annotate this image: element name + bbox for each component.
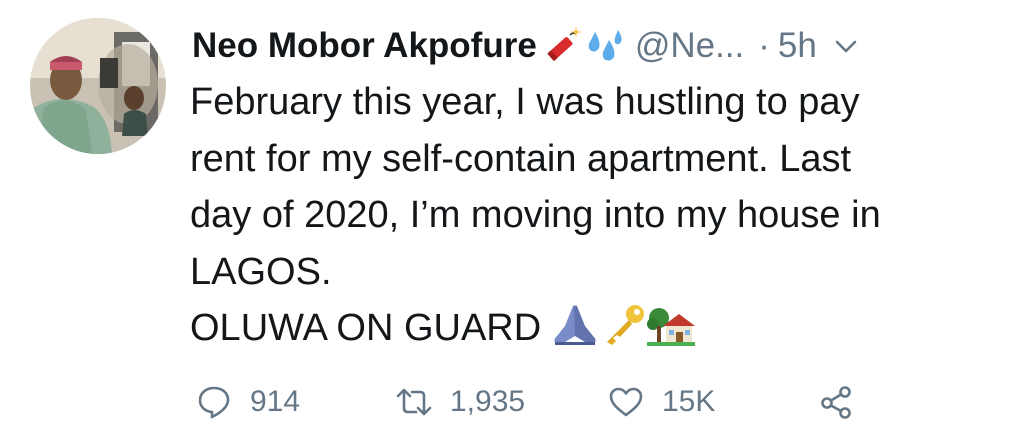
tweet-text-line: rent for my self-contain apartment. Last bbox=[190, 137, 852, 180]
author-handle[interactable]: @Ne... bbox=[635, 26, 744, 66]
reply-button[interactable]: 914 bbox=[196, 380, 300, 424]
retweet-icon bbox=[396, 384, 432, 420]
share-icon bbox=[818, 384, 854, 420]
sweat-droplets-icon bbox=[585, 26, 625, 66]
folded-hands-icon bbox=[551, 302, 599, 346]
tweet-text-line: day of 2020, I’m moving into my house in bbox=[190, 194, 881, 236]
trailing-emojis bbox=[551, 302, 696, 346]
retweet-count: 1,935 bbox=[450, 385, 526, 418]
tweet-text-line: February this year, I was hustling to pa… bbox=[190, 81, 860, 123]
retweet-button[interactable]: 1,935 bbox=[396, 380, 525, 424]
separator-dot: · bbox=[758, 26, 770, 65]
tweet-text-line: OLUWA ON GUARD bbox=[190, 307, 542, 349]
tweet-text-line: LAGOS. bbox=[190, 250, 332, 293]
key-icon bbox=[599, 302, 647, 346]
tweet-actions: 914 1,935 15K bbox=[196, 380, 916, 424]
reply-icon bbox=[196, 384, 232, 420]
house-with-garden-icon bbox=[647, 302, 696, 346]
like-button[interactable]: 15K bbox=[608, 380, 715, 424]
author-name[interactable]: Neo Mobor Akpofure bbox=[192, 26, 537, 66]
timestamp[interactable]: 5h bbox=[778, 26, 817, 66]
firecracker-icon bbox=[541, 26, 581, 66]
tweet-header: Neo Mobor Akpofure @Ne... · 5h bbox=[192, 18, 992, 74]
like-count: 15K bbox=[662, 385, 716, 418]
avatar[interactable] bbox=[30, 18, 166, 154]
tweet-text: February this year, I was hustling to pa… bbox=[190, 74, 1000, 357]
tweet-text-last-line: OLUWA ON GUARD bbox=[190, 300, 1000, 357]
chevron-down-icon[interactable] bbox=[831, 31, 861, 61]
heart-icon bbox=[608, 384, 644, 420]
reply-count: 914 bbox=[250, 385, 301, 418]
share-button[interactable] bbox=[818, 380, 854, 424]
tweet-card[interactable]: Neo Mobor Akpofure @Ne... · 5h February … bbox=[0, 0, 1024, 448]
